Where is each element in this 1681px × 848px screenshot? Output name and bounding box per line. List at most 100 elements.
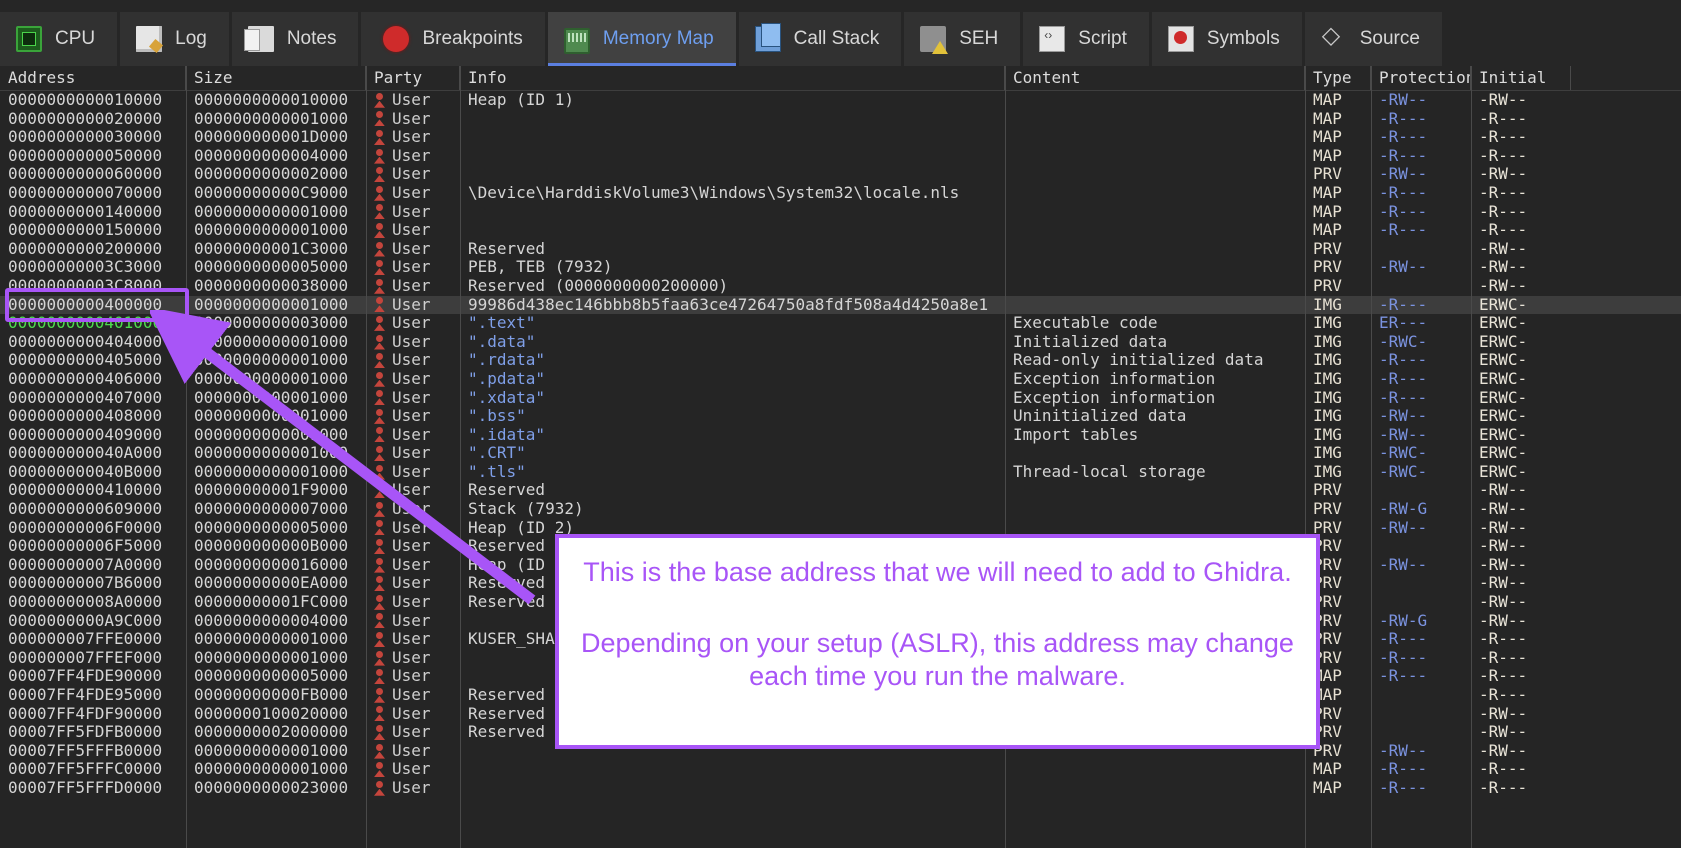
cell-info: [460, 203, 1005, 222]
cell-address: 00000000006F0000: [8, 518, 163, 537]
cell-party: User: [366, 370, 460, 389]
tab-breakpoints[interactable]: Breakpoints: [361, 12, 545, 66]
column-header-party[interactable]: Party: [366, 66, 460, 90]
cell-protection: -R---: [1379, 648, 1428, 667]
party-label: User: [392, 741, 431, 760]
cell-type: IMG: [1313, 425, 1342, 444]
tab-symbols[interactable]: Symbols: [1151, 12, 1302, 66]
table-row[interactable]: 000000000040A000 0000000000001000 User ".CR…: [0, 444, 1681, 463]
cell-type: MAP: [1313, 202, 1342, 221]
cell-party: User: [366, 184, 460, 203]
cell-party: User: [366, 593, 460, 612]
cell-initial: ERWC-: [1479, 425, 1528, 444]
call-stack-icon: [754, 23, 781, 52]
party-label: User: [392, 165, 431, 184]
column-header-content[interactable]: Content: [1005, 66, 1305, 90]
table-row[interactable]: 00000000003C3000 0000000000005000 User PEB,…: [0, 258, 1681, 277]
table-row[interactable]: 00007FF5FFFD0000 0000000000023000 User MAP -…: [0, 779, 1681, 798]
cell-content: [1005, 203, 1305, 222]
user-party-icon: [374, 111, 385, 126]
cell-party: User: [366, 630, 460, 649]
party-label: User: [392, 537, 431, 556]
column-header-address[interactable]: Address: [0, 66, 186, 90]
column-header-initial[interactable]: Initial: [1471, 66, 1571, 90]
cell-protection: [1371, 574, 1471, 593]
table-row[interactable]: 0000000000140000 0000000000001000 User MAP -…: [0, 203, 1681, 222]
cell-protection: -R---: [1379, 109, 1428, 128]
column-divider[interactable]: [186, 66, 187, 848]
table-row[interactable]: 0000000000409000 0000000000001000 User ".id…: [0, 426, 1681, 445]
cell-address: 0000000000030000: [8, 128, 163, 147]
table-row[interactable]: 0000000000010000 0000000000010000 User Heap…: [0, 91, 1681, 110]
column-divider[interactable]: [366, 66, 367, 848]
column-divider[interactable]: [1371, 66, 1372, 848]
table-row[interactable]: 0000000000609000 0000000000007000 User Stac…: [0, 500, 1681, 519]
tab-log[interactable]: Log: [120, 12, 229, 66]
cell-address: 00000000003C8000: [8, 276, 163, 295]
column-header-size[interactable]: Size: [186, 66, 366, 90]
cell-protection: [1371, 481, 1471, 500]
tab-script[interactable]: Script: [1023, 12, 1149, 66]
cell-type: IMG: [1313, 407, 1342, 426]
table-row[interactable]: 000000000040B000 0000000000001000 User ".tl…: [0, 463, 1681, 482]
column-header-info[interactable]: Info: [460, 66, 1005, 90]
table-row[interactable]: 0000000000406000 0000000000001000 User ".pd…: [0, 370, 1681, 389]
user-party-icon: [374, 520, 385, 535]
cell-initial: -R---: [1479, 109, 1528, 128]
column-header-type[interactable]: Type: [1305, 66, 1371, 90]
table-row[interactable]: 0000000000401000 0000000000003000 User ".te…: [0, 314, 1681, 333]
table-row[interactable]: 0000000000404000 0000000000001000 User ".da…: [0, 333, 1681, 352]
party-label: User: [392, 258, 431, 277]
tab-seh[interactable]: SEH: [904, 12, 1021, 66]
table-row[interactable]: 0000000000407000 0000000000001000 User ".xd…: [0, 389, 1681, 408]
tab-memory-map[interactable]: Memory Map: [547, 12, 736, 67]
party-label: User: [392, 239, 431, 258]
party-label: User: [392, 388, 431, 407]
table-row[interactable]: 0000000000150000 0000000000001000 User MAP -…: [0, 221, 1681, 240]
tab-source[interactable]: Source: [1304, 12, 1442, 66]
table-row[interactable]: 00000000003C8000 0000000000038000 User Rese…: [0, 277, 1681, 296]
tab-cpu[interactable]: CPU: [0, 12, 118, 66]
cell-party: User: [366, 165, 460, 184]
tab-notes[interactable]: Notes: [231, 12, 359, 66]
cell-initial: -R---: [1479, 146, 1528, 165]
table-row[interactable]: 0000000000408000 0000000000001000 User ".bs…: [0, 407, 1681, 426]
user-party-icon: [374, 780, 385, 796]
tab-call-stack[interactable]: Call Stack: [738, 12, 902, 66]
cell-type: MAP: [1313, 760, 1342, 779]
cell-protection: -R---: [1379, 202, 1428, 221]
table-row[interactable]: 00007FF5FFFC0000 0000000000001000 User MAP -…: [0, 760, 1681, 779]
cell-initial: ERWC-: [1479, 407, 1528, 426]
cell-protection: [1371, 686, 1471, 705]
table-row[interactable]: 0000000000405000 0000000000001000 User ".rd…: [0, 351, 1681, 370]
cell-initial: -RW--: [1479, 165, 1528, 184]
table-row[interactable]: 0000000000050000 0000000000004000 User MAP -…: [0, 147, 1681, 166]
column-divider[interactable]: [1471, 66, 1472, 848]
user-party-icon: [374, 539, 385, 554]
table-row[interactable]: 0000000000060000 0000000000002000 User PRV -…: [0, 165, 1681, 184]
party-label: User: [392, 648, 431, 667]
table-row[interactable]: 0000000000200000 00000000001C3000 User Rese…: [0, 240, 1681, 259]
cell-party: User: [366, 667, 460, 686]
table-row[interactable]: 0000000000030000 000000000001D000 User MAP -…: [0, 128, 1681, 147]
table-row[interactable]: 0000000000410000 00000000001F9000 User Rese…: [0, 481, 1681, 500]
cell-initial: ERWC-: [1479, 332, 1528, 351]
cell-initial: ERWC-: [1479, 444, 1528, 463]
cell-address: 0000000000408000: [8, 407, 163, 426]
cell-protection: [1371, 705, 1471, 724]
table-row[interactable]: 0000000000070000 00000000000C9000 User \Dev…: [0, 184, 1681, 203]
cell-size: 0000000000005000: [194, 258, 349, 277]
cell-info: Reserved (0000000000200000): [468, 276, 729, 295]
cell-party: User: [366, 537, 460, 556]
table-row[interactable]: 0000000000020000 0000000000001000 User MAP -…: [0, 110, 1681, 129]
column-divider[interactable]: [460, 66, 461, 848]
cell-protection: -R---: [1379, 388, 1428, 407]
cell-protection: -R---: [1379, 128, 1428, 147]
user-party-icon: [374, 408, 385, 424]
table-row[interactable]: 0000000000400000 0000000000001000 User 9998…: [0, 295, 1681, 315]
cell-initial: -R---: [1479, 202, 1528, 221]
party-label: User: [392, 91, 431, 109]
cell-party: User: [366, 389, 460, 408]
cell-size: 0000000000001000: [194, 462, 349, 481]
column-header-protection[interactable]: Protection: [1371, 66, 1471, 90]
